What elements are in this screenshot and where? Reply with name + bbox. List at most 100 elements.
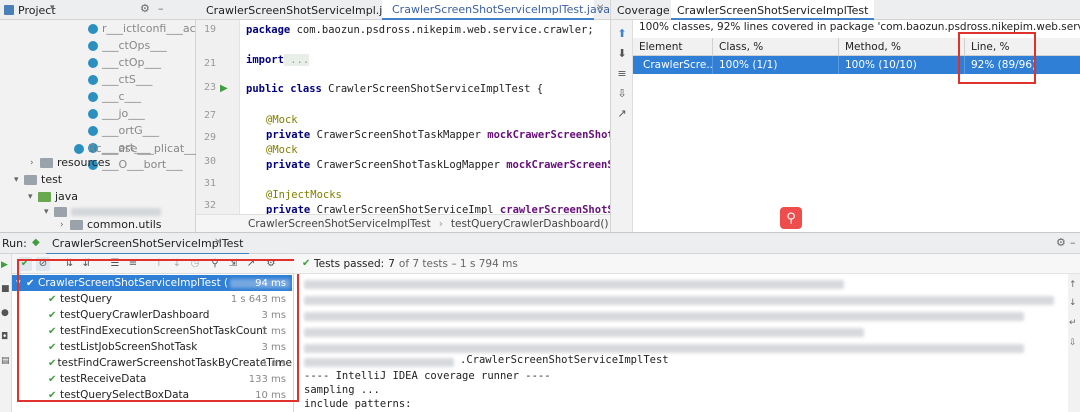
- column-header-method[interactable]: Method, %: [839, 38, 965, 55]
- chevron-right-icon[interactable]: ›: [30, 158, 40, 168]
- blurred-text: [304, 280, 844, 289]
- column-header-class[interactable]: Class, %: [713, 38, 839, 55]
- line-number: 31: [203, 178, 216, 189]
- blurred-text: [304, 328, 864, 337]
- line-coverage-highlight-box: [958, 32, 1036, 84]
- project-icon: [4, 5, 14, 15]
- tree-item-resources[interactable]: › resources: [30, 154, 110, 171]
- scroll-end-icon[interactable]: ⇩: [1069, 338, 1077, 348]
- status-detail: of 7 tests – 1 s 794 ms: [398, 257, 518, 270]
- minimize-icon[interactable]: –: [1070, 236, 1076, 249]
- code-line-annotation: @InjectMocks: [266, 189, 342, 201]
- console-sampling-line: sampling ...: [304, 384, 380, 396]
- debug-icon[interactable]: ●: [1, 308, 9, 318]
- run-label: Run:: [2, 237, 27, 250]
- close-icon[interactable]: ✕: [214, 237, 222, 248]
- breadcrumb-method[interactable]: testQueryCrawlerDashboard(): [451, 218, 609, 230]
- console-include-line: include patterns:: [304, 398, 412, 410]
- camera-icon[interactable]: ◘: [1, 332, 8, 342]
- arrow-down-icon[interactable]: ↓: [1069, 298, 1077, 308]
- tab-service-impl-test[interactable]: CrawlerScreenShotServiceImplTest.java: [382, 0, 610, 20]
- tree-item-class[interactable]: ___c___: [88, 88, 141, 105]
- close-icon[interactable]: ✕: [596, 3, 604, 14]
- editor-gutter: 19 21 23 ▶ 27 29 30 31 32: [196, 20, 240, 214]
- code-line-package: package com.baozun.psdross.nikepim.web.s…: [246, 24, 594, 36]
- tree-item-class[interactable]: ___jo___: [88, 105, 145, 122]
- package-icon: [54, 206, 67, 217]
- status-prefix: Tests passed:: [314, 257, 385, 270]
- rerun-icon[interactable]: ▶: [1, 260, 8, 270]
- tree-item-class[interactable]: r___ictIconfi___aceT: [88, 20, 209, 37]
- flatten-icon[interactable]: ≡: [616, 68, 628, 80]
- line-number: 19: [203, 24, 216, 35]
- chevron-down-icon[interactable]: ▾: [50, 3, 55, 13]
- class-icon: [88, 108, 98, 119]
- breadcrumb: CrawlerScreenShotServiceImplTest › testQ…: [196, 214, 610, 232]
- chevron-right-icon[interactable]: ›: [60, 220, 70, 230]
- code-line-class: public class CrawlerScreenShotServiceImp…: [246, 83, 544, 95]
- run-gutter-icon[interactable]: ▶: [220, 83, 228, 94]
- chevron-down-icon[interactable]: ▾: [44, 207, 54, 217]
- class-icon: [88, 91, 98, 102]
- arrow-down-icon[interactable]: ⬇: [616, 48, 628, 60]
- editor-tab-bar: CrawlerScreenShotServiceImpl.java Crawle…: [196, 0, 610, 20]
- run-header: Run: ◆ CrawlerScreenShotServiceImplTest …: [0, 232, 1080, 255]
- gear-icon[interactable]: ⚙: [140, 2, 150, 15]
- folder-icon: [40, 157, 53, 168]
- console-output[interactable]: .CrawlerScreenShotServiceImplTest ---- I…: [294, 274, 1068, 412]
- code-line-field: private CrawerScreenShotTaskMapper mockC…: [266, 129, 610, 141]
- console-scrollbar[interactable]: ↑ ↓ ↵ ⇩: [1068, 274, 1080, 412]
- folder-icon: [38, 191, 51, 202]
- coverage-toolbar: ⬆ ⬇ ≡ ⇩ ↗: [611, 20, 633, 232]
- code-line-annotation: @Mock: [266, 144, 298, 156]
- coverage-label: Coverage:: [617, 4, 674, 17]
- line-number: 23: [203, 82, 216, 93]
- blurred-text: [304, 296, 1054, 305]
- gear-icon[interactable]: ⚙: [1056, 236, 1066, 249]
- package-icon: [70, 219, 83, 230]
- class-icon: [88, 23, 98, 34]
- cell-method-pct: 100% (10/10): [839, 56, 965, 74]
- test-status-bar: ✔ Tests passed: 7 of 7 tests – 1 s 794 m…: [294, 254, 1080, 274]
- breadcrumb-class[interactable]: CrawlerScreenShotServiceImplTest: [248, 218, 431, 230]
- arrow-up-icon[interactable]: ↑: [1069, 280, 1077, 290]
- class-icon: [88, 57, 98, 68]
- tree-item-common-utils[interactable]: › common.utils: [60, 216, 162, 233]
- stop-icon[interactable]: ■: [1, 284, 10, 294]
- minimize-icon[interactable]: –: [158, 2, 164, 15]
- line-number: 29: [203, 132, 216, 143]
- class-icon: [88, 125, 98, 136]
- breadcrumb-separator: ›: [438, 217, 443, 230]
- tree-item-class[interactable]: ___ctOps___: [88, 37, 167, 54]
- chevron-down-icon[interactable]: ▾: [28, 192, 38, 202]
- tab-service-impl[interactable]: CrawlerScreenShotServiceImpl.java: [196, 0, 402, 20]
- blurred-text: [304, 358, 454, 367]
- wrap-icon[interactable]: ↵: [1069, 318, 1077, 328]
- tree-item-test[interactable]: ▾ test: [14, 171, 62, 188]
- autoscroll-icon[interactable]: ⇩: [616, 88, 628, 100]
- code-editor[interactable]: package com.baozun.psdross.nikepim.web.s…: [240, 20, 610, 214]
- coverage-tab[interactable]: CrawlerScreenShotServiceImplTest: [671, 0, 875, 20]
- class-icon: [74, 143, 84, 154]
- line-number: 21: [203, 58, 216, 69]
- line-number: 30: [203, 156, 216, 167]
- tree-item-class[interactable]: ___ctOp___: [88, 54, 161, 71]
- search-icon[interactable]: ⚲: [780, 207, 802, 229]
- run-side-toolbar: ▶ ■ ● ◘ ▤: [0, 254, 12, 412]
- arrow-up-icon[interactable]: ⬆: [616, 28, 628, 40]
- folder-icon: [24, 174, 37, 185]
- layout-icon[interactable]: ▤: [1, 356, 10, 366]
- class-icon: [88, 74, 98, 85]
- column-header-element[interactable]: Element: [633, 38, 713, 55]
- console-runner-line: ---- IntelliJ IDEA coverage runner ----: [304, 370, 551, 382]
- code-line-annotation: @Mock: [266, 114, 298, 126]
- console-class-line: .CrawlerScreenShotServiceImplTest: [460, 354, 669, 366]
- code-line-field: private CrawlerScreenShotServiceImpl cra…: [266, 204, 610, 214]
- project-panel-header: Project ▾ ⚙ –: [0, 0, 196, 20]
- tree-item-class[interactable]: ___ctS___: [88, 71, 152, 88]
- chevron-down-icon[interactable]: ▾: [14, 175, 24, 185]
- test-tree-highlight-box: [17, 259, 299, 402]
- status-passed-count: 7: [388, 257, 395, 270]
- tree-item-class[interactable]: ___ortG___: [88, 122, 159, 139]
- export-icon[interactable]: ↗: [616, 108, 628, 120]
